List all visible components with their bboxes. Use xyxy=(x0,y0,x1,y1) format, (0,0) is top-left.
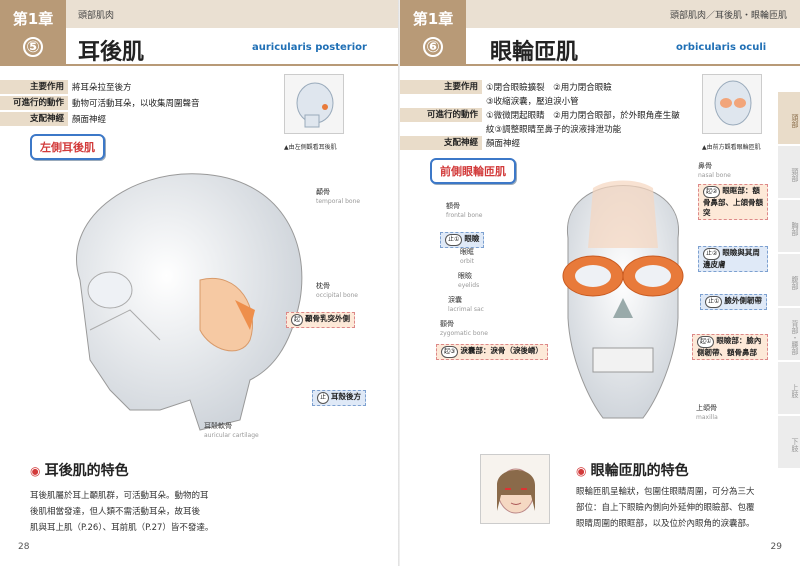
feature-body: 眼輪匝肌呈輪狀，包圍住眼睛周圍，可分為三大 部位：自上下眼瞼內側向外延伸的眼瞼部… xyxy=(576,487,755,529)
label-occipital: 枕骨 occipital bone xyxy=(316,282,358,299)
feature-heading: 耳後肌的特色 xyxy=(30,460,129,480)
callout-origin: 起顳骨乳突外側 xyxy=(286,312,356,328)
page-title: 耳後肌 xyxy=(78,40,145,65)
skull-front-thumb-icon xyxy=(714,80,752,126)
label-orbit: 眼眶 orbit xyxy=(460,248,474,265)
face-illustration xyxy=(480,454,550,524)
skull-frontal-illustration xyxy=(562,180,684,419)
info-row: 紋③調整眼睛至鼻子的淚液排泄功能 xyxy=(486,125,622,135)
label-cartilage: 耳殼軟骨 auricular cartilage xyxy=(204,422,259,439)
skull-lateral-illustration xyxy=(76,173,303,431)
callout-origin-orbital: 起② 眼眶部：額骨鼻部、上頜骨額突 xyxy=(698,184,768,220)
chapter-badge: 第1章 ⑥ xyxy=(400,0,466,66)
latin-title: orbicularis oculi xyxy=(676,42,767,53)
page-title: 眼輪匝肌 xyxy=(490,40,579,65)
skull-thumb-icon xyxy=(296,82,334,128)
page-number: 29 xyxy=(770,542,782,552)
header-band xyxy=(66,0,400,28)
feature-body: 耳後肌屬於耳上顳肌群，可活動耳朵。動物的耳 後肌相當發達，但人類不需活動耳朵，故… xyxy=(30,491,214,533)
label-eyelid: 眼瞼 eyelids xyxy=(458,272,480,289)
thumbnail-skull xyxy=(284,74,344,134)
tab-head[interactable]: 頭部 xyxy=(778,92,800,144)
thumbnail-skull-front xyxy=(702,74,762,134)
left-page: 第1章 ⑤ 頭部肌肉 耳後肌 auricularis posterior 主要作… xyxy=(0,0,400,566)
book-spread: 第1章 ⑤ 頭部肌肉 耳後肌 auricularis posterior 主要作… xyxy=(0,0,800,566)
view-tag: 左側耳後肌 xyxy=(30,134,105,160)
section-number: ⑥ xyxy=(423,37,443,57)
chapter-label: 第1章 xyxy=(412,10,454,28)
label-zygomatic: 顴骨 zygomatic bone xyxy=(440,320,488,337)
section-number: ⑤ xyxy=(23,37,43,57)
thumb-caption: ▲由左側觀看耳後肌 xyxy=(284,144,337,151)
info-row: ③收縮淚囊，壓迫淚小管 xyxy=(486,97,579,107)
callout-insertion-skin: 止② 眼瞼與其周邊皮膚 xyxy=(698,246,768,272)
tab-abdomen[interactable]: 腹部 xyxy=(778,254,800,306)
section-tabs: 頭部 頸部 胸部 腹部 背部・腰部 上肢 下肢 xyxy=(778,92,800,470)
info-row: 可進行的動作 ①微微閉起眼睛 ②用力閉合眼部，於外眼角產生皺 xyxy=(400,108,680,122)
latin-title: auricularis posterior xyxy=(252,42,367,53)
tab-lower-limb[interactable]: 下肢 xyxy=(778,416,800,468)
label-frontal: 額骨 frontal bone xyxy=(446,202,483,219)
view-tag: 前側眼輪匝肌 xyxy=(430,158,516,184)
info-row: 可進行的動作 動物可活動耳朵，以收集周圍聲音 xyxy=(0,96,200,110)
label-nasal: 鼻骨 nasal bone xyxy=(698,162,731,179)
chapter-label: 第1章 xyxy=(12,10,54,28)
label-maxilla: 上頜骨 maxilla xyxy=(696,404,718,421)
callout-insertion-eyelid: 止① 眼瞼 xyxy=(440,232,485,248)
callout-insertion-lateral: 止① 臉外側韌帶 xyxy=(700,294,767,310)
face-icon xyxy=(497,468,535,514)
feature-heading: 眼輪匝肌的特色 xyxy=(576,460,689,480)
label-lacrimal: 淚囊 lacrimal sac xyxy=(448,296,484,313)
info-row: 主要作用 ①閉合眼瞼擴裂 ②用力閉合眼瞼 xyxy=(400,80,612,94)
tab-chest[interactable]: 胸部 xyxy=(778,200,800,252)
callout-insertion: 止耳殼後方 xyxy=(312,390,367,406)
breadcrumb: 頭部肌肉 xyxy=(78,11,115,21)
tab-neck[interactable]: 頸部 xyxy=(778,146,800,198)
callout-origin-palpebral: 起① 眼瞼部：臉內側韌帶、額骨鼻部 xyxy=(692,334,768,360)
info-row: 主要作用 將耳朵拉至後方 xyxy=(0,80,132,94)
page-number: 28 xyxy=(18,542,30,552)
info-row: 支配神經 顏面神經 xyxy=(400,136,520,150)
thumb-caption: ▲由前方觀看眼輪匝肌 xyxy=(702,144,761,151)
right-page: 第1章 ⑥ 頭部肌肉／耳後肌・眼輪匝肌 眼輪匝肌 orbicularis ocu… xyxy=(400,0,800,566)
label-temporal: 顳骨 temporal bone xyxy=(316,188,361,205)
chapter-badge: 第1章 ⑤ xyxy=(0,0,66,66)
callout-origin-lacrimal: 起③ 淚囊部：淚骨（淚後嵴） xyxy=(436,344,548,360)
tab-back[interactable]: 背部・腰部 xyxy=(778,308,800,360)
tab-upper-limb[interactable]: 上肢 xyxy=(778,362,800,414)
info-row: 支配神經 顏面神經 xyxy=(0,112,106,126)
breadcrumb: 頭部肌肉／耳後肌・眼輪匝肌 xyxy=(670,11,788,21)
